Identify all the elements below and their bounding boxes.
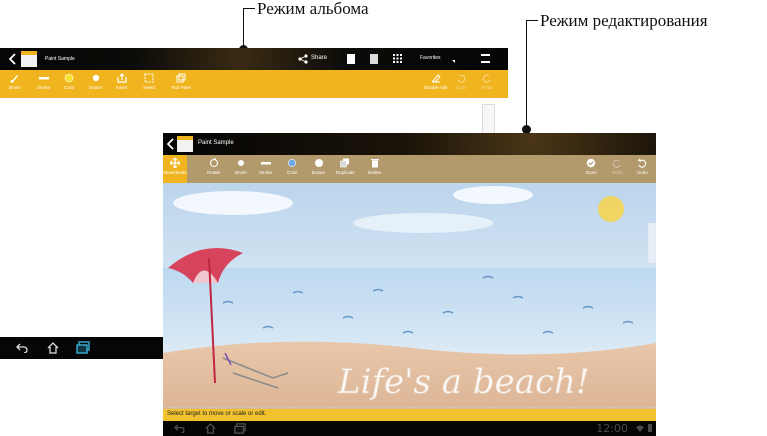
edit-action-bar: Paint Sample xyxy=(163,133,656,155)
edit-done-button[interactable]: Done xyxy=(586,158,597,176)
menu-icon[interactable] xyxy=(481,54,490,63)
battery-icon xyxy=(648,424,652,432)
album-tool-color[interactable]: Color xyxy=(64,73,75,91)
edit-undo-button[interactable]: Undo xyxy=(637,158,648,176)
album-tool-eraser[interactable]: Eraser xyxy=(89,73,102,91)
edit-tool-stroke[interactable]: Stroke xyxy=(259,158,272,176)
album-tool-tool-pane[interactable]: Tool Pane xyxy=(171,73,191,91)
clock: 12:00 xyxy=(596,422,628,435)
delete-icon xyxy=(370,159,379,168)
album-tool-stroke[interactable]: Stroke xyxy=(37,73,50,91)
edit-tool-duplicate[interactable]: Duplicate xyxy=(336,158,355,176)
edit-mode-screen: Paint Sample Move/Scale Rotate Brush Str… xyxy=(163,133,656,436)
color-icon xyxy=(65,73,74,83)
home-nav-icon[interactable] xyxy=(47,342,59,354)
edit-toolbar: Move/Scale Rotate Brush Stroke Color Era… xyxy=(163,155,656,183)
edit-mode-label: Режим редактирования xyxy=(540,11,708,30)
screenshot-root: Режим альбома Режим редактирования Paint… xyxy=(0,0,767,436)
brush-icon xyxy=(10,75,18,83)
brush-icon xyxy=(237,160,244,166)
insert-icon xyxy=(117,73,127,83)
add-page-icon[interactable] xyxy=(347,54,355,64)
drawing-canvas[interactable]: Life's a beach! xyxy=(163,183,656,409)
back-icon[interactable] xyxy=(9,53,16,65)
color-icon xyxy=(288,159,297,167)
beach-painting: Life's a beach! xyxy=(163,183,656,409)
recent-apps-icon[interactable] xyxy=(76,341,90,354)
page-icon[interactable] xyxy=(370,54,378,64)
album-nav-bar xyxy=(0,337,163,359)
album-mode-screen: Paint Sample Share Favorites Brush Strok… xyxy=(0,48,508,98)
select-icon xyxy=(144,73,154,83)
status-message: Select target to move or scale or edit. xyxy=(167,411,267,417)
edit-tool-color[interactable]: Color xyxy=(287,158,298,176)
eraser-icon xyxy=(92,74,99,82)
undo-icon xyxy=(457,74,466,83)
album-toolbar: Brush Stroke Color Eraser Insert Select xyxy=(0,70,508,98)
album-undo-button[interactable]: Undo xyxy=(456,73,467,91)
notebook-thumbnail-icon xyxy=(177,136,193,152)
stroke-icon xyxy=(38,77,49,80)
notebook-title: Paint Sample xyxy=(198,140,234,146)
canvas-text: Life's a beach! xyxy=(337,362,590,402)
edit-redo-button[interactable]: Redo xyxy=(612,158,623,176)
album-callout-line xyxy=(243,8,244,48)
edit-callout-tick xyxy=(526,20,538,21)
edit-tool-move-scale[interactable]: Move/Scale xyxy=(163,155,187,183)
wifi-icon xyxy=(636,425,644,432)
grid-view-icon[interactable] xyxy=(393,54,402,63)
favorites-dropdown[interactable]: Favorites xyxy=(420,55,441,61)
stroke-icon xyxy=(260,162,271,165)
edit-status-bar: Select target to move or scale or edit. xyxy=(163,409,656,421)
album-redo-button[interactable]: Redo xyxy=(482,73,493,91)
disable-edit-icon xyxy=(431,74,441,83)
album-tool-select[interactable]: Select xyxy=(143,73,156,91)
move-scale-icon xyxy=(170,158,180,168)
dropdown-arrow-icon xyxy=(452,60,455,63)
eraser-icon xyxy=(314,159,323,167)
share-icon[interactable] xyxy=(298,54,308,64)
back-icon[interactable] xyxy=(167,138,174,150)
rotate-icon xyxy=(209,158,218,168)
notebook-thumbnail-icon xyxy=(21,51,37,67)
share-button[interactable]: Share xyxy=(311,55,327,61)
album-disable-edit-button[interactable]: Disable edit xyxy=(424,73,448,91)
album-mode-label: Режим альбома xyxy=(257,0,369,18)
redo-icon xyxy=(483,74,491,83)
back-nav-icon[interactable] xyxy=(16,343,28,353)
edit-tool-eraser[interactable]: Eraser xyxy=(312,158,325,176)
album-tool-brush[interactable]: Brush xyxy=(9,73,21,91)
duplicate-icon xyxy=(340,158,350,168)
home-nav-icon[interactable] xyxy=(205,423,216,434)
back-nav-icon[interactable] xyxy=(174,424,185,433)
album-tool-insert[interactable]: Insert xyxy=(116,73,127,91)
album-action-bar: Paint Sample Share Favorites xyxy=(0,48,508,70)
edit-tool-rotate[interactable]: Rotate xyxy=(207,158,220,176)
undo-icon xyxy=(638,158,647,168)
sun-icon xyxy=(598,196,624,222)
edit-callout-line xyxy=(526,20,527,129)
redo-icon xyxy=(613,159,621,168)
recent-apps-icon[interactable] xyxy=(234,423,246,434)
edit-tool-brush[interactable]: Brush xyxy=(235,158,247,176)
done-icon xyxy=(587,158,596,168)
edit-nav-bar: 12:00 xyxy=(163,421,656,436)
tool-pane-icon xyxy=(176,73,186,83)
notebook-title: Paint Sample xyxy=(45,56,75,62)
album-callout-tick xyxy=(243,8,255,9)
edit-tool-delete[interactable]: Delete xyxy=(368,158,381,176)
